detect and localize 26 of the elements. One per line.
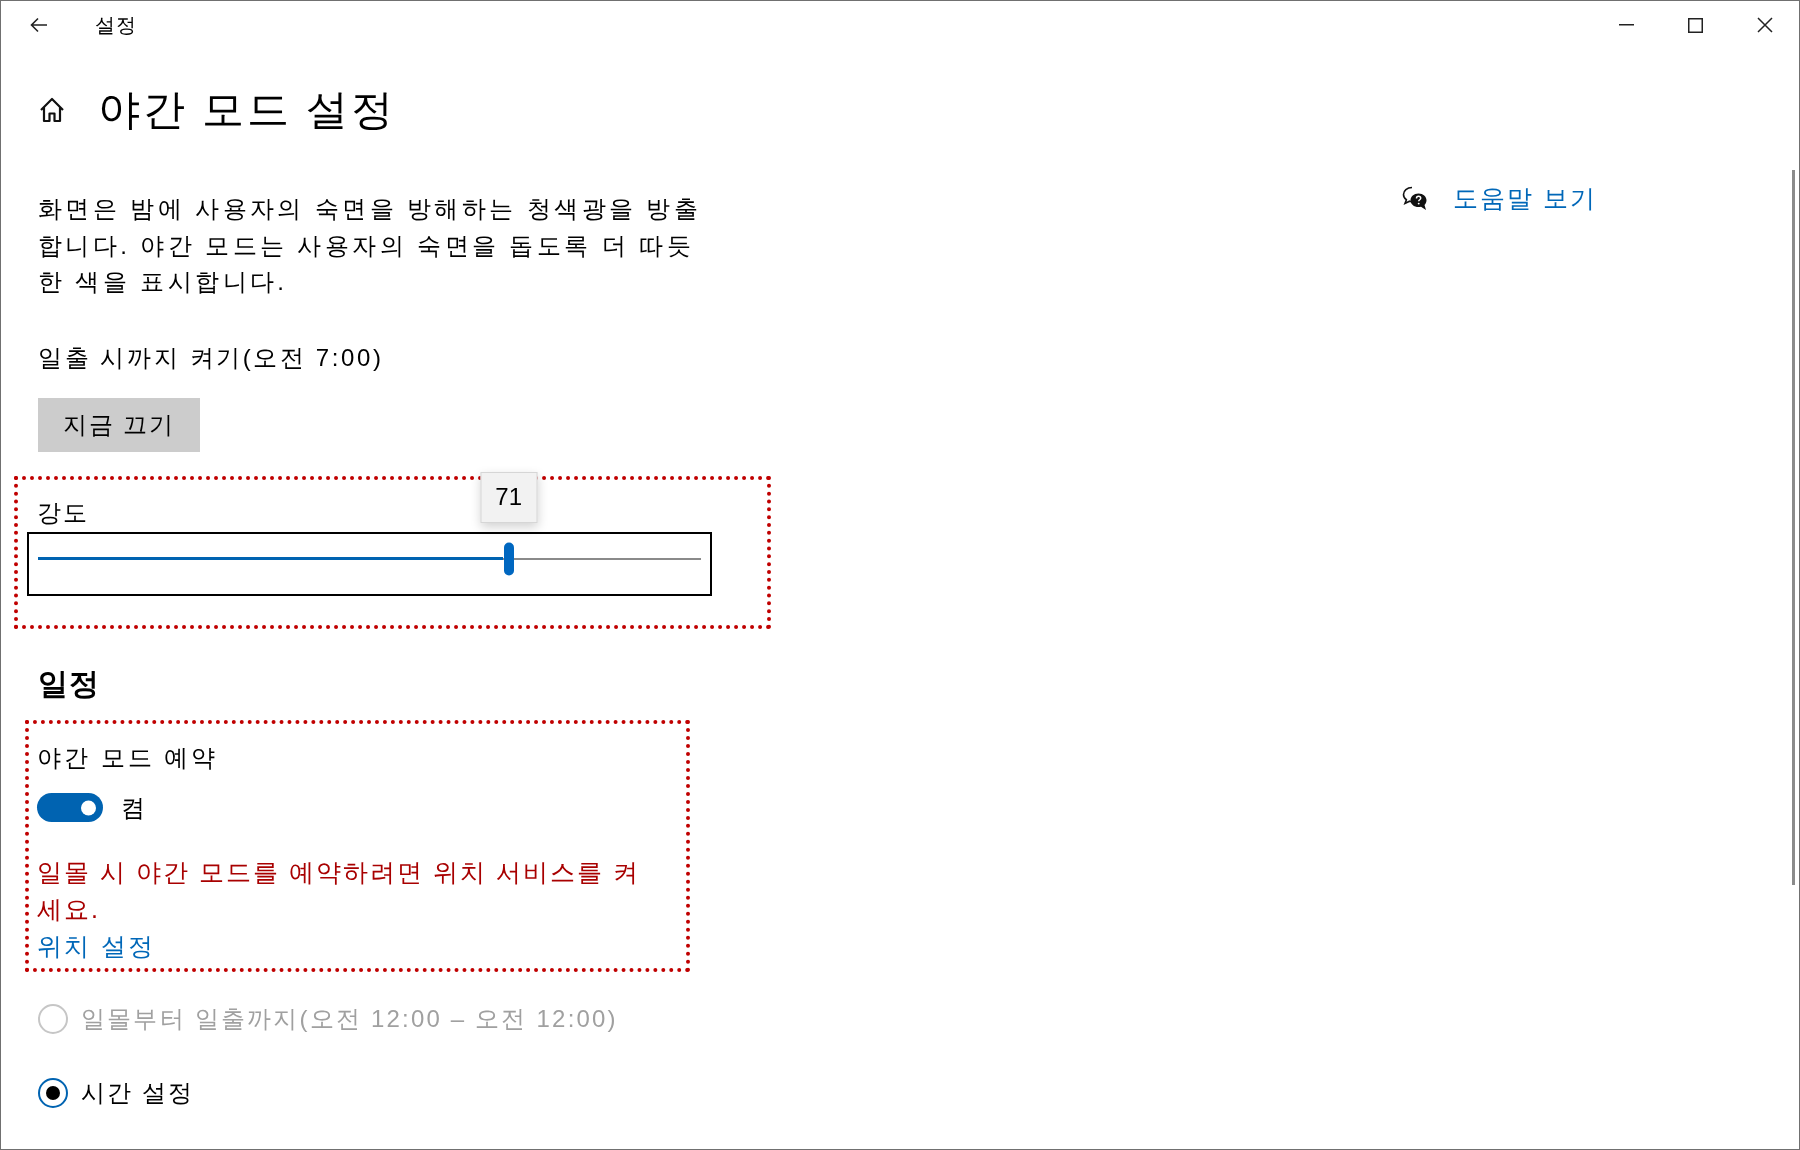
scrollbar-thumb[interactable] [1792, 170, 1795, 885]
location-settings-link[interactable]: 위치 설정 [37, 927, 156, 965]
slider-label: 강도 [37, 497, 89, 528]
page-title: 야간 모드 설정 [98, 85, 396, 135]
slider-thumb[interactable] [503, 542, 514, 575]
close-icon [1756, 17, 1773, 33]
value-tooltip: 71 [480, 471, 538, 523]
help-link[interactable]: 도움말 보기 [1453, 183, 1597, 213]
help-chat-icon [1402, 185, 1428, 211]
window-title: 설정 [95, 13, 137, 38]
toggle-label: 야간 모드 예약 [37, 742, 219, 773]
slider-track[interactable] [38, 557, 701, 560]
radio-label: 시간 설정 [81, 1077, 195, 1108]
minimize-icon [1619, 24, 1634, 26]
radio-label: 일몰부터 일출까지(오전 12:00 – 오전 12:00) [81, 1003, 618, 1034]
status-text: 일출 시까지 켜기(오전 7:00) [38, 342, 384, 373]
home-icon[interactable] [38, 96, 66, 124]
section-heading: 일정 [38, 665, 100, 702]
description-text: 화면은 밤에 사용자의 숙면을 방해하는 청색광을 방출합니다. 야간 모드는 사용자의 숙면을 돕도록 더 따듯한 색을 표시합니다. [38, 194, 703, 297]
turn-off-button[interactable]: 지금 끄기 [38, 397, 200, 452]
back-arrow-icon [30, 17, 48, 33]
toggle-state-label: 켬 [121, 792, 145, 823]
maximize-icon [1688, 17, 1703, 33]
toggle-switch[interactable] [37, 793, 103, 822]
radio-button[interactable] [38, 1077, 68, 1108]
warning-text: 일몰 시 야간 모드를 예약하려면 위치 서비스를 켜세요. [37, 856, 641, 925]
